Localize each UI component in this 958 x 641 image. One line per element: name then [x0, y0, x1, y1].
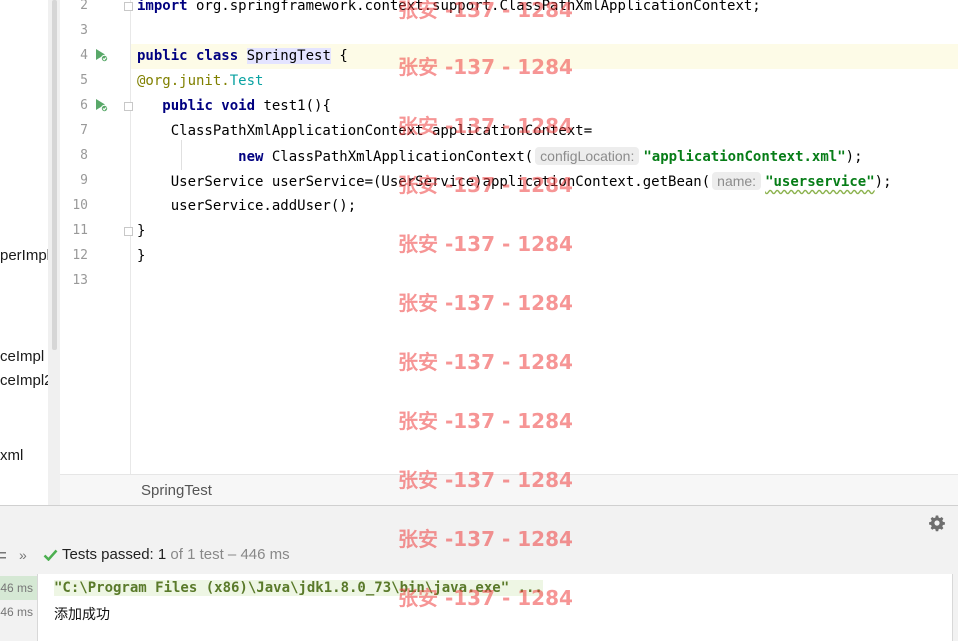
- watermark-text: 张安 -137 - 1284: [398, 232, 573, 256]
- tree-scrollbar-thumb[interactable]: [52, 0, 57, 350]
- tree-item-userserviceimpl2[interactable]: ceImpl2: [0, 372, 48, 389]
- watermark-text: 张安 -137 - 1284: [398, 114, 573, 138]
- watermark-text: 张安 -137 - 1284: [398, 0, 573, 22]
- code-line-12: }: [137, 248, 146, 264]
- code-line-8: new ClassPathXmlApplicationContext(confi…: [137, 144, 863, 169]
- class-name: SpringTest: [246, 48, 331, 64]
- line-number: 11: [72, 223, 88, 238]
- string-literal: "applicationContext.xml": [643, 149, 846, 165]
- watermark-text: 张安 -137 - 1284: [398, 291, 573, 315]
- line-number: 2: [80, 0, 88, 13]
- code-line-11: }: [137, 223, 146, 239]
- parameter-hint: name:: [712, 172, 762, 190]
- watermark-text: 张安 -137 - 1284: [398, 55, 573, 79]
- watermark-text: 张安 -137 - 1284: [398, 527, 573, 551]
- line-number: 12: [72, 248, 88, 263]
- tree-item-xml[interactable]: xml: [0, 447, 23, 464]
- code-text: ClassPathXmlApplicationContext(: [263, 149, 534, 165]
- parameter-hint: configLocation:: [535, 147, 640, 165]
- line-number: 13: [72, 273, 88, 288]
- tree-scrollbar[interactable]: [48, 0, 60, 505]
- tests-passed-label: Tests passed:: [62, 546, 158, 563]
- toolbar-edge-icon: [0, 552, 6, 559]
- keyword: import: [137, 0, 188, 14]
- watermark-text: 张安 -137 - 1284: [398, 468, 573, 492]
- watermark-text: 张安 -137 - 1284: [398, 350, 573, 374]
- code-line-6: public void test1(){: [137, 94, 331, 119]
- test-tree-row-time[interactable]: 46 ms: [0, 600, 37, 624]
- line-number: 10: [72, 198, 88, 213]
- annotation-prefix: @org.junit.: [137, 73, 230, 89]
- string-literal: "userservice": [765, 174, 875, 190]
- editor-gutter: 2 3 4 5 6 7 8 9 10 11 12 13: [60, 0, 133, 474]
- line-number: 4: [80, 48, 88, 63]
- console-output-line: 添加成功: [54, 607, 110, 623]
- more-actions-chevron[interactable]: »: [19, 547, 27, 563]
- line-number: 6: [80, 98, 88, 113]
- tree-item-userserviceimpl[interactable]: ceImpl: [0, 348, 44, 365]
- tests-status: Tests passed: 1 of 1 test – 446 ms: [43, 546, 290, 563]
- project-tree: perImpl ceImpl ceImpl2 xml: [0, 0, 48, 505]
- code-line-4: public class SpringTest {: [137, 44, 348, 69]
- line-number: 3: [80, 23, 88, 38]
- test-tree[interactable]: 46 ms 46 ms: [0, 574, 37, 641]
- tree-item-userwrapperimpl[interactable]: perImpl: [0, 247, 48, 264]
- watermark-text: 张安 -137 - 1284: [398, 586, 573, 610]
- check-icon: [43, 549, 58, 562]
- line-number: 8: [80, 148, 88, 163]
- code-text: {: [330, 48, 348, 64]
- line-number: 9: [80, 173, 88, 188]
- line-number: 5: [80, 73, 88, 88]
- code-text: );: [845, 149, 863, 165]
- code-line-5: @org.junit.Test: [137, 69, 263, 94]
- keyword: public class: [137, 48, 239, 64]
- line-number: 7: [80, 123, 88, 138]
- test-tree-row-time[interactable]: 46 ms: [0, 576, 37, 600]
- run-test-method-icon[interactable]: [93, 97, 109, 113]
- watermark-text: 张安 -137 - 1284: [398, 173, 573, 197]
- tests-total-info: of 1 test – 446 ms: [166, 546, 290, 563]
- code-text: );: [874, 174, 892, 190]
- tests-passed-count: 1: [157, 546, 167, 563]
- keyword: new: [238, 149, 264, 165]
- breadcrumb-springtest[interactable]: SpringTest: [141, 482, 212, 499]
- gear-icon[interactable]: [928, 514, 946, 532]
- watermark-text: 张安 -137 - 1284: [398, 409, 573, 433]
- run-test-class-icon[interactable]: [93, 47, 109, 63]
- annotation-name: Test: [229, 73, 264, 89]
- code-line-10: userService.addUser();: [137, 198, 357, 214]
- code-text: test1(){: [255, 98, 331, 114]
- keyword: public void: [162, 98, 256, 114]
